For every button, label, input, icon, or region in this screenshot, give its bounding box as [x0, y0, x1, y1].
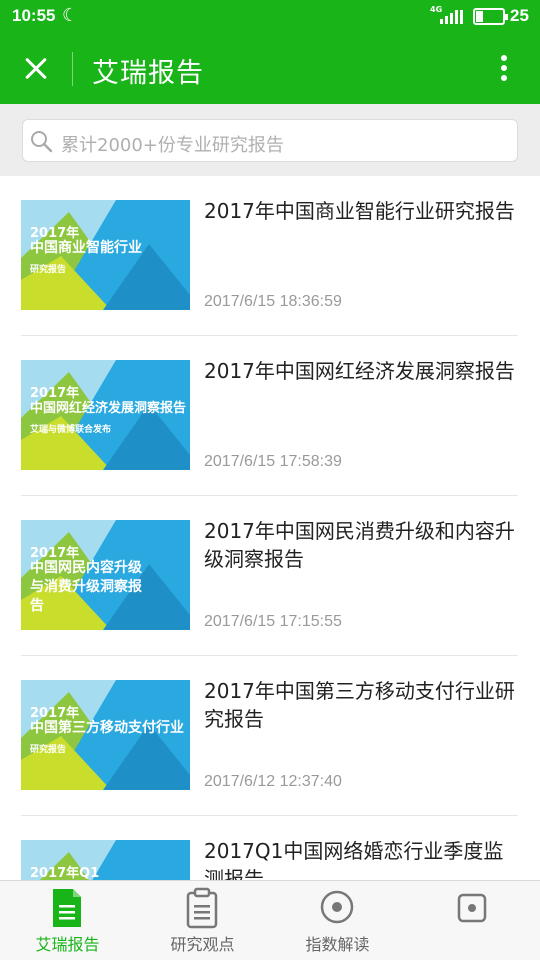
- index-icon: [317, 887, 357, 929]
- report-date: 2017/6/15 18:36:59: [204, 293, 342, 310]
- signal-strength-icon: [440, 10, 464, 24]
- thumbnail-title: 中国商业智能行业: [30, 240, 142, 256]
- report-title[interactable]: 2017年中国网红经济发展洞察报告: [204, 357, 522, 385]
- report-title[interactable]: 2017年中国第三方移动支付行业研究报告: [204, 677, 522, 733]
- do-not-disturb-moon-icon: ☾: [62, 5, 79, 26]
- battery-percent: 25: [510, 6, 529, 25]
- thumbnail-year: 2017年Q1: [30, 866, 100, 881]
- more-tab-icon: [452, 887, 492, 929]
- status-bar: 10:55 ☾ 4G 25: [0, 0, 540, 32]
- report-date: 2017/6/15 17:58:39: [204, 453, 342, 470]
- report-doc-icon: [47, 887, 87, 929]
- tab-2[interactable]: 研究观点: [135, 881, 270, 960]
- navigation-bar: 艾瑞报告: [0, 32, 540, 104]
- thumbnail-subtitle: 研究报告: [30, 745, 67, 755]
- report-list-item[interactable]: 2017年 中国网红经济发展洞察报告 艾瑞与微博联合发布 2017年中国网红经济…: [0, 336, 540, 496]
- search-placeholder: 累计2000+份专业研究报告: [61, 135, 284, 156]
- report-title[interactable]: 2017年中国网民消费升级和内容升级洞察报告: [204, 517, 522, 573]
- tab-label: 研究观点: [170, 935, 235, 954]
- tab-1[interactable]: 艾瑞报告: [0, 881, 135, 960]
- search-icon: [31, 131, 53, 153]
- search-input[interactable]: 累计2000+份专业研究报告: [22, 119, 518, 162]
- report-list-item[interactable]: 2017年 中国第三方移动支付行业 研究报告 2017年中国第三方移动支付行业研…: [0, 656, 540, 816]
- report-list-item[interactable]: 2017年 中国商业智能行业 研究报告 2017年中国商业智能行业研究报告 20…: [0, 176, 540, 336]
- thumbnail-title: 中国第三方移动支付行业: [30, 720, 184, 736]
- tab-label: 艾瑞报告: [35, 935, 100, 954]
- report-date: 2017/6/15 17:15:55: [204, 613, 342, 630]
- report-date: 2017/6/12 12:37:40: [204, 773, 342, 790]
- status-time: 10:55: [12, 6, 56, 25]
- thumbnail-subtitle: 艾瑞与微博联合发布: [30, 425, 112, 435]
- report-list-item[interactable]: 2017年 中国网民内容升级与消费升级洞察报告 2017年中国网民消费升级和内容…: [0, 496, 540, 656]
- battery-level-fill: [476, 11, 483, 22]
- thumbnail-subtitle: 研究报告: [30, 265, 67, 275]
- more-options-icon[interactable]: [492, 50, 516, 86]
- report-thumbnail[interactable]: 2017年 中国商业智能行业 研究报告: [21, 200, 190, 310]
- report-title[interactable]: 2017年中国商业智能行业研究报告: [204, 197, 522, 225]
- close-icon[interactable]: [16, 46, 56, 90]
- thumbnail-title: 中国网红经济发展洞察报告: [30, 401, 187, 416]
- tab-3[interactable]: 指数解读: [270, 881, 405, 960]
- page-title: 艾瑞报告: [92, 58, 204, 89]
- thumbnail-title: 中国网民内容升级与消费升级洞察报告: [30, 560, 142, 614]
- report-thumbnail[interactable]: 2017年 中国第三方移动支付行业 研究报告: [21, 680, 190, 790]
- battery-icon: [473, 8, 508, 25]
- search-area: 累计2000+份专业研究报告: [0, 104, 540, 176]
- clipboard-icon: [182, 887, 222, 929]
- bottom-tab-bar: 艾瑞报告 研究观点 指数解读: [0, 880, 540, 960]
- tab-4[interactable]: [405, 881, 540, 960]
- tab-label: 指数解读: [305, 935, 370, 954]
- nav-divider: [72, 52, 73, 86]
- report-thumbnail[interactable]: 2017年 中国网红经济发展洞察报告 艾瑞与微博联合发布: [21, 360, 190, 470]
- report-thumbnail[interactable]: 2017年 中国网民内容升级与消费升级洞察报告: [21, 520, 190, 630]
